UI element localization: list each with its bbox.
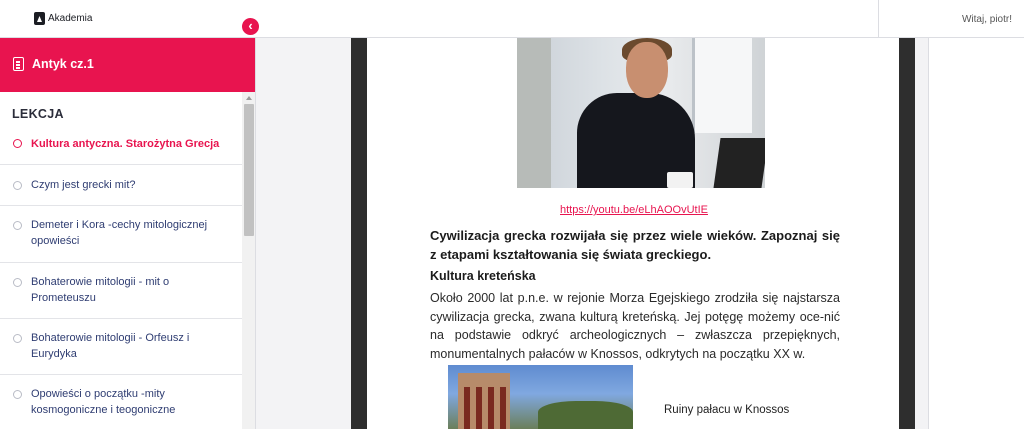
knossos-ruins-image [448, 365, 633, 429]
lesson-label: Demeter i Kora -cechy mitologicznej opow… [31, 219, 208, 247]
lesson-status-icon [13, 139, 22, 148]
body-paragraph: Około 2000 lat p.n.e. w rejonie Morza Eg… [430, 291, 840, 361]
course-header: Antyk cz.1 [0, 38, 255, 92]
video-link[interactable]: https://youtu.be/eLhAOOvUtIE [560, 204, 708, 216]
lesson-item[interactable]: Czym jest grecki mit? [0, 165, 242, 206]
lesson-label: Bohaterowie mitologii - mit o Prometeusz… [31, 276, 170, 304]
chevron-left-icon: ‹ [248, 18, 253, 33]
lesson-item[interactable]: Opowieści o początku -mity kosmogoniczne… [0, 375, 242, 429]
lesson-label: Opowieści o początku -mity kosmogoniczne… [31, 388, 176, 416]
lesson-label: Kultura antyczna. Starożytna Grecja [31, 138, 220, 150]
lesson-item[interactable]: Bohaterowie mitologii - mit o Prometeusz… [0, 263, 242, 319]
lesson-label: Czym jest grecki mit? [31, 179, 136, 191]
lesson-label: Bohaterowie mitologii - Orfeusz i Eurydy… [31, 332, 190, 360]
sidebar-scrollbar[interactable] [242, 92, 255, 429]
lesson-sidebar: Antyk cz.1 LEKCJA Kultura antyczna. Star… [0, 38, 256, 429]
course-title: Antyk cz.1 [32, 57, 94, 71]
video-thumbnail-image [517, 38, 765, 188]
lesson-item[interactable]: Bohaterowie mitologii - Orfeusz i Eurydy… [0, 319, 242, 375]
document-icon [13, 57, 24, 71]
lesson-status-icon [13, 181, 22, 190]
lesson-item[interactable]: Kultura antyczna. Starożytna Grecja [0, 128, 242, 165]
scroll-up-icon[interactable] [246, 96, 252, 100]
collapse-sidebar-button[interactable]: ‹ [240, 16, 261, 37]
logo-text: Akademia [48, 13, 93, 24]
akademia-logo[interactable]: Akademia [34, 12, 92, 25]
logo-icon [34, 12, 45, 25]
top-bar: Akademia Witaj, piotr! [0, 0, 1024, 38]
lesson-item[interactable]: Demeter i Kora -cechy mitologicznej opow… [0, 206, 242, 263]
image-caption: Ruiny pałacu w Knossos [664, 404, 790, 416]
section-label: LEKCJA [12, 107, 64, 121]
scroll-thumb[interactable] [244, 104, 254, 236]
intro-paragraph: Cywilizacja grecka rozwijała się przez w… [430, 228, 840, 262]
lesson-status-icon [13, 221, 22, 230]
section-heading: Kultura kreteńska [430, 269, 536, 283]
user-greeting[interactable]: Witaj, piotr! [962, 14, 1012, 25]
right-panel [928, 38, 1024, 429]
topbar-divider [878, 0, 879, 38]
lesson-status-icon [13, 278, 22, 287]
lesson-status-icon [13, 334, 22, 343]
lesson-status-icon [13, 390, 22, 399]
